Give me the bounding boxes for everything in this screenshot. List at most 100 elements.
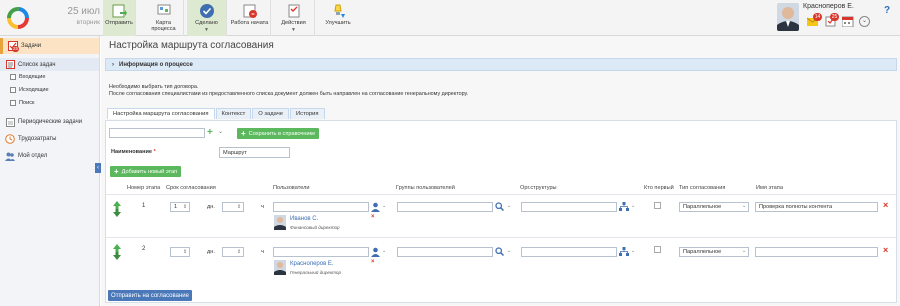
users-input[interactable] [273, 202, 369, 212]
user-link[interactable]: Иванов С. [290, 216, 318, 222]
plus-icon: + [114, 167, 119, 176]
who-first-checkbox[interactable] [654, 202, 661, 209]
sidebar-tasks-badge: 25 [12, 46, 19, 52]
user-link[interactable]: Красноперов Е. [290, 261, 334, 267]
main-content: Настройка маршрута согласования › Информ… [101, 36, 900, 306]
remove-user-icon[interactable]: × [371, 214, 375, 220]
sidebar-item-outbox[interactable]: Исходящие [10, 87, 49, 93]
tab-context[interactable]: Контекст [215, 108, 252, 119]
sidebar-item-inbox[interactable]: Входящие [10, 74, 46, 80]
column-org-structures: Орг.структуры [520, 185, 557, 191]
move-stage-icon[interactable] [113, 201, 121, 217]
send-button[interactable]: Отправить [103, 0, 136, 36]
user-groups-input[interactable] [397, 202, 493, 212]
remove-stage-icon[interactable]: × [883, 200, 888, 210]
chevron-down-icon[interactable]: ⌄ [742, 248, 746, 254]
user-menu-chevron-icon[interactable]: ⌄ [859, 16, 870, 27]
stepper-icon[interactable]: ⇕ [183, 249, 187, 255]
done-button[interactable]: Сделано ▼ [187, 0, 227, 36]
tab-about-task[interactable]: О задаче [252, 108, 290, 119]
sidebar-item-label: Исходящие [19, 87, 49, 93]
actions-icon [288, 4, 299, 18]
chevron-down-icon[interactable]: ⌄ [218, 128, 223, 135]
process-info-label: Информация о процессе [119, 61, 193, 68]
actions-label: Действия [281, 20, 306, 26]
process-map-button[interactable]: Карта процесса [144, 0, 184, 36]
app-logo[interactable] [0, 0, 36, 36]
route-name-input[interactable]: Маршрут [219, 147, 290, 158]
org-structure-input[interactable] [521, 202, 617, 212]
avatar[interactable] [777, 3, 799, 31]
tab-route-settings[interactable]: Настройка маршрута согласования [107, 108, 215, 119]
move-stage-icon[interactable] [113, 244, 121, 260]
org-tree-icon[interactable] [619, 202, 629, 212]
improve-icon [334, 4, 345, 18]
chevron-down-icon[interactable]: ⌄ [631, 248, 635, 254]
stepper-icon[interactable]: ⇕ [237, 249, 241, 255]
user-picker-icon[interactable] [371, 247, 381, 257]
chevron-down-icon[interactable]: ⌄ [631, 203, 635, 209]
description-line-1: Необходимо выбрать тип договора. [109, 84, 199, 90]
org-tree-icon[interactable] [619, 247, 629, 257]
sidebar-item-label: Список задач [18, 61, 56, 68]
sidebar-item-label: Поиск [19, 100, 35, 106]
add-template-icon[interactable]: + [207, 127, 213, 138]
user-groups-input[interactable] [397, 247, 493, 257]
tab-history[interactable]: История [290, 108, 325, 119]
work-started-button[interactable]: Работа начата [229, 0, 271, 36]
table-row: 1 1 ⇕ дн. ⇕ ч ⌄ Иванов С. Финансовый дир… [106, 194, 896, 237]
sidebar-item-label: Мой отдел [18, 153, 48, 159]
stage-name-input[interactable]: Проверка полноты контента [755, 202, 878, 212]
user-name[interactable]: Красноперов Е. [803, 3, 854, 10]
chevron-down-icon[interactable]: ⌄ [382, 203, 386, 209]
stepper-icon[interactable]: ⇕ [183, 204, 187, 210]
users-input[interactable] [273, 247, 369, 257]
days-unit: дн. [207, 204, 215, 210]
add-stage-button[interactable]: + Добавить новый этап [110, 166, 182, 177]
process-map-label: Карта процесса [151, 20, 176, 32]
calendar-icon[interactable] [841, 16, 854, 28]
user-position: Финансовый директор [290, 225, 340, 230]
chevron-down-icon[interactable]: ⌄ [742, 203, 746, 209]
logo-ring-icon [7, 7, 29, 29]
send-icon [112, 4, 127, 18]
process-info-bar[interactable]: › Информация о процессе [105, 58, 897, 71]
top-bar: 25 июл вторник Отправить Карта процесса … [0, 0, 900, 36]
sidebar-item-tasks[interactable]: 25 Задачи [0, 38, 99, 54]
user-position: Генеральный директор [290, 270, 342, 275]
who-first-checkbox[interactable] [654, 246, 661, 253]
save-to-reference-button[interactable]: + Сохранить в справочнике [237, 128, 320, 139]
sidebar-item-my-department[interactable]: Мой отдел [0, 150, 99, 162]
remove-user-icon[interactable]: × [371, 259, 375, 265]
tasks-icon: 25 [8, 41, 19, 52]
help-icon[interactable]: ? [884, 5, 890, 16]
stage-name-input[interactable] [755, 247, 878, 257]
actions-button[interactable]: Действия ▼ [273, 0, 315, 36]
sidebar-item-periodic[interactable]: Периодические задачи [0, 116, 99, 128]
user-picker-icon[interactable] [371, 202, 381, 212]
description-line-2: После согласования специалистами из пред… [109, 91, 469, 97]
chevron-down-icon: ▼ [291, 27, 296, 33]
chevron-down-icon[interactable]: ⌄ [382, 248, 386, 254]
sidebar-item-search[interactable]: Поиск [10, 100, 35, 106]
route-template-select[interactable] [109, 128, 205, 138]
hours-unit: ч [261, 249, 264, 255]
sidebar-item-labor[interactable]: Трудозатраты [0, 133, 99, 145]
tab-bar: Настройка маршрута согласования Контекст… [107, 108, 326, 119]
approval-type-select[interactable]: Параллельное [679, 247, 749, 257]
approval-type-select[interactable]: Параллельное [679, 202, 749, 212]
date-day: 25 июл [67, 6, 100, 17]
improve-label: Улучшить [325, 20, 351, 26]
submit-approval-button[interactable]: Отправить на согласование [108, 290, 192, 301]
org-structure-input[interactable] [521, 247, 617, 257]
sidebar-item-label: Трудозатраты [18, 136, 57, 142]
improve-button[interactable]: Улучшить [318, 0, 358, 36]
search-icon[interactable] [495, 247, 505, 257]
stepper-icon[interactable]: ⇕ [237, 204, 241, 210]
sidebar-item-task-list[interactable]: Список задач [0, 58, 99, 71]
chevron-down-icon[interactable]: ⌄ [507, 248, 511, 254]
remove-stage-icon[interactable]: × [883, 245, 888, 255]
page-title: Настройка маршрута согласования [109, 40, 274, 51]
search-icon[interactable] [495, 202, 505, 212]
chevron-down-icon[interactable]: ⌄ [507, 203, 511, 209]
